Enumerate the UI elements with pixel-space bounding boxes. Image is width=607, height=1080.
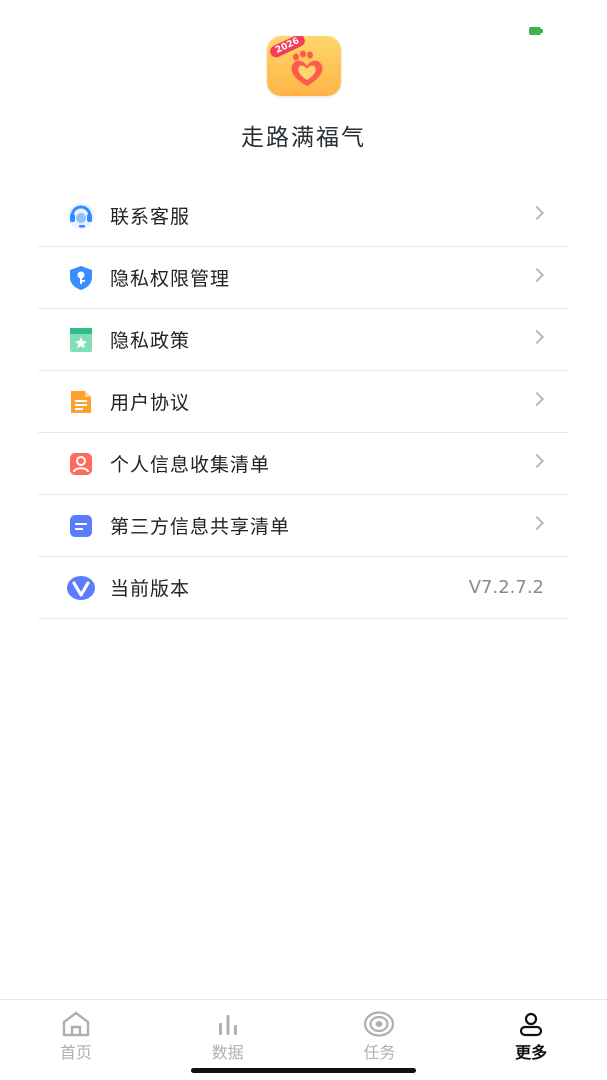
document-icon: [66, 387, 96, 417]
menu-item-label: 隐私政策: [110, 330, 191, 352]
chevron-right-icon: [529, 267, 545, 283]
app-title: 走路满福气: [241, 125, 366, 151]
settings-menu: 联系客服 隐私权限管理 隐私政策 用户协议 个人信息收集清单 第三方信息共享清单…: [38, 185, 568, 619]
menu-item-customer-service[interactable]: 联系客服: [38, 185, 568, 247]
shield-key-icon: [66, 263, 96, 293]
menu-item-current-version[interactable]: 当前版本 V7.2.7.2: [38, 557, 568, 619]
tab-home[interactable]: 首页: [0, 1000, 152, 1080]
tab-label: 更多: [515, 1043, 548, 1062]
home-icon: [61, 1011, 91, 1037]
battery-icon: [529, 27, 543, 35]
menu-item-label: 用户协议: [110, 392, 191, 414]
chevron-right-icon: [529, 205, 545, 221]
version-v-icon: [66, 573, 96, 603]
chevron-right-icon: [529, 329, 545, 345]
tab-label: 任务: [363, 1043, 396, 1062]
chevron-right-icon: [529, 453, 545, 469]
menu-item-personal-info-list[interactable]: 个人信息收集清单: [38, 433, 568, 495]
menu-item-third-party-sharing[interactable]: 第三方信息共享清单: [38, 495, 568, 557]
tab-label: 首页: [59, 1043, 92, 1062]
menu-item-label: 隐私权限管理: [110, 268, 231, 290]
person-card-icon: [66, 449, 96, 479]
menu-item-label: 当前版本: [110, 578, 191, 600]
bar-chart-icon: [213, 1011, 243, 1037]
menu-item-label: 个人信息收集清单: [110, 454, 271, 476]
customer-service-icon: [66, 201, 96, 231]
app-logo: 2026: [266, 36, 341, 96]
list-doc-icon: [66, 511, 96, 541]
version-number: V7.2.7.2: [468, 577, 544, 598]
menu-item-privacy-permissions[interactable]: 隐私权限管理: [38, 247, 568, 309]
user-icon: [516, 1011, 546, 1037]
home-indicator: [191, 1068, 416, 1073]
target-icon: [364, 1011, 395, 1037]
bookmark-star-icon: [66, 325, 96, 355]
app-header: 2026 走路满福气: [0, 36, 607, 152]
tab-more[interactable]: 更多: [455, 1000, 607, 1080]
menu-item-label: 第三方信息共享清单: [110, 516, 291, 538]
tab-label: 数据: [211, 1043, 244, 1062]
menu-item-user-agreement[interactable]: 用户协议: [38, 371, 568, 433]
chevron-right-icon: [529, 515, 545, 531]
menu-item-privacy-policy[interactable]: 隐私政策: [38, 309, 568, 371]
footprint-heart-icon: [291, 50, 322, 86]
chevron-right-icon: [529, 391, 545, 407]
menu-item-label: 联系客服: [110, 206, 191, 228]
